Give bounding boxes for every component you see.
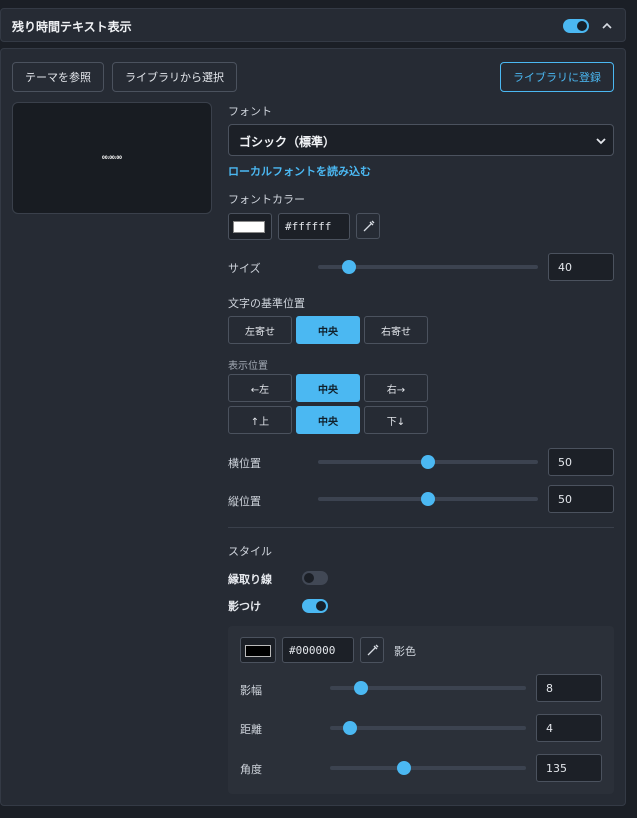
shadow-angle-slider[interactable] [330,761,526,775]
v-pos-slider-thumb[interactable] [421,492,435,506]
align-left-button[interactable]: 左寄せ [228,316,292,344]
font-select[interactable]: ゴシック（標準） [228,124,614,156]
size-slider-thumb[interactable] [341,260,356,274]
size-input[interactable]: 40 [548,253,614,281]
theme-reference-button[interactable]: テーマを参照 [12,62,104,92]
shadow-distance-slider-thumb[interactable] [342,721,357,735]
shadow-distance-label: 距離 [240,723,262,736]
font-eyedropper-button[interactable] [356,213,380,239]
position-right-button[interactable]: 右→ [364,374,428,402]
align-center-button[interactable]: 中央 [296,316,360,344]
library-select-button[interactable]: ライブラリから選択 [112,62,237,92]
outline-toggle[interactable] [302,571,328,585]
v-pos-label: 縦位置 [228,495,261,508]
v-pos-input[interactable]: 50 [548,485,614,513]
shadow-label: 影つけ [228,600,261,613]
library-register-button[interactable]: ライブラリに登録 [500,62,614,92]
shadow-angle-label: 角度 [240,763,262,776]
section-header[interactable]: 残り時間テキスト表示 [0,8,626,42]
h-pos-slider-thumb[interactable] [421,455,435,469]
font-label: フォント [228,105,272,118]
position-vcenter-button[interactable]: 中央 [296,406,360,434]
chevron-down-icon [596,138,606,145]
shadow-width-slider[interactable] [330,681,526,695]
shadow-angle-input[interactable]: 135 [536,754,602,782]
h-pos-label: 横位置 [228,457,261,470]
h-pos-slider[interactable] [318,455,538,469]
shadow-color-hex-input[interactable]: #000000 [282,637,354,663]
font-color-swatch[interactable] [228,213,272,240]
position-top-button[interactable]: ↑上 [228,406,292,434]
font-select-value: ゴシック（標準） [239,135,336,149]
shadow-width-label: 影幅 [240,684,262,697]
load-local-font-link[interactable]: ローカルフォントを読み込む [228,163,371,179]
align-right-button[interactable]: 右寄せ [364,316,428,344]
divider [228,527,614,528]
position-label: 表示位置 [228,361,268,372]
shadow-distance-slider[interactable] [330,721,526,735]
position-left-button[interactable]: ←左 [228,374,292,402]
position-bottom-button[interactable]: 下↓ [364,406,428,434]
outline-label: 縁取り線 [228,573,272,586]
shadow-eyedropper-button[interactable] [360,637,384,663]
eyedropper-icon [363,220,375,232]
size-label: サイズ [228,262,261,275]
size-slider[interactable] [318,260,538,274]
h-pos-input[interactable]: 50 [548,448,614,476]
position-hcenter-button[interactable]: 中央 [296,374,360,402]
shadow-distance-input[interactable]: 4 [536,714,602,742]
eyedropper-icon [367,644,379,656]
font-color-hex-input[interactable]: #ffffff [278,213,350,240]
shadow-color-swatch[interactable] [240,637,276,663]
section-enable-toggle[interactable] [563,19,589,33]
font-color-label: フォントカラー [228,193,305,206]
shadow-color-label: 影色 [394,645,416,658]
shadow-width-input[interactable]: 8 [536,674,602,702]
preview-area: 00:00:00 [12,102,212,214]
shadow-toggle[interactable] [302,599,328,613]
align-label: 文字の基準位置 [228,297,305,310]
section-title: 残り時間テキスト表示 [12,20,132,34]
v-pos-slider[interactable] [318,492,538,506]
preview-text: 00:00:00 [102,155,122,160]
chevron-up-icon[interactable] [601,20,613,32]
style-label: スタイル [228,545,272,558]
